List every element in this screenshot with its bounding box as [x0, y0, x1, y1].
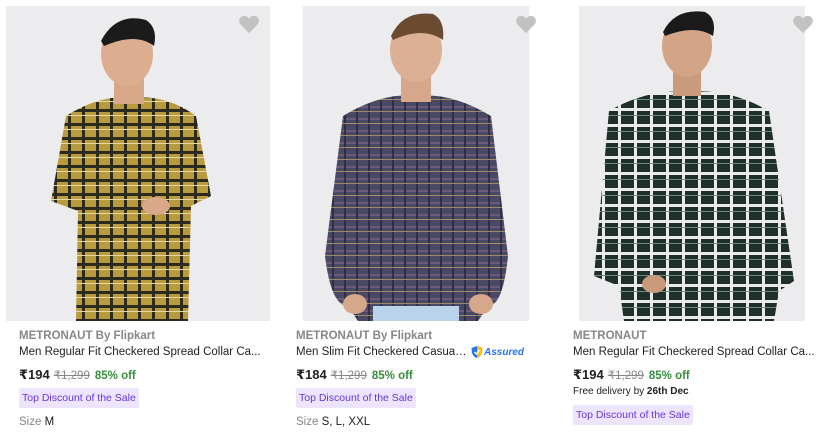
price-row: ₹184 ₹1,299 85% off [296, 367, 413, 383]
product-title[interactable]: Men Regular Fit Checkered Spread Collar … [573, 346, 818, 358]
discount-badge: Top Discount of the Sale [573, 405, 693, 425]
product-brand: METRONAUT By Flipkart [19, 330, 156, 342]
product-card[interactable]: METRONAUT By Flipkart Men Slim Fit Check… [283, 0, 547, 433]
discount-badge: Top Discount of the Sale [296, 388, 416, 408]
product-card[interactable]: METRONAUT Men Regular Fit Checkered Spre… [560, 0, 824, 433]
size-label: Size [296, 416, 319, 428]
size-value: M [44, 416, 55, 428]
size-value: S, L, XXL [321, 416, 371, 428]
discount-percent: 85% off [371, 370, 413, 382]
product-image[interactable] [303, 6, 529, 321]
product-image[interactable] [579, 6, 805, 321]
product-card[interactable]: METRONAUT By Flipkart Men Regular Fit Ch… [6, 0, 270, 433]
delivery-info: Free delivery by 26th Dec [573, 386, 689, 397]
product-image[interactable] [6, 6, 270, 321]
original-price: ₹1,299 [53, 370, 90, 382]
size-label: Size [19, 416, 42, 428]
delivery-prefix: Free delivery by [573, 386, 645, 397]
price-row: ₹194 ₹1,299 85% off [19, 367, 136, 383]
heart-icon[interactable] [238, 14, 260, 34]
original-price: ₹1,299 [330, 370, 367, 382]
discount-percent: 85% off [648, 370, 690, 382]
product-brand: METRONAUT [573, 330, 647, 342]
product-title[interactable]: Men Regular Fit Checkered Spread Collar … [19, 346, 264, 358]
delivery-date: 26th Dec [646, 386, 689, 397]
product-title[interactable]: Men Slim Fit Checkered Casual ... [296, 346, 468, 358]
discount-percent: 85% off [94, 370, 136, 382]
product-brand: METRONAUT By Flipkart [296, 330, 433, 342]
selling-price: ₹194 [573, 367, 604, 382]
original-price: ₹1,299 [607, 370, 644, 382]
heart-icon[interactable] [515, 14, 537, 34]
assured-label: Assured [484, 346, 525, 358]
size-info: Size S, L, XXL [296, 416, 370, 428]
assured-badge: Assured [470, 345, 524, 359]
selling-price: ₹194 [19, 367, 50, 382]
discount-badge: Top Discount of the Sale [19, 388, 139, 408]
size-info: Size M [19, 416, 54, 428]
price-row: ₹194 ₹1,299 85% off [573, 367, 690, 383]
heart-icon[interactable] [792, 14, 814, 34]
selling-price: ₹184 [296, 367, 327, 382]
assured-shield-icon [471, 346, 483, 358]
